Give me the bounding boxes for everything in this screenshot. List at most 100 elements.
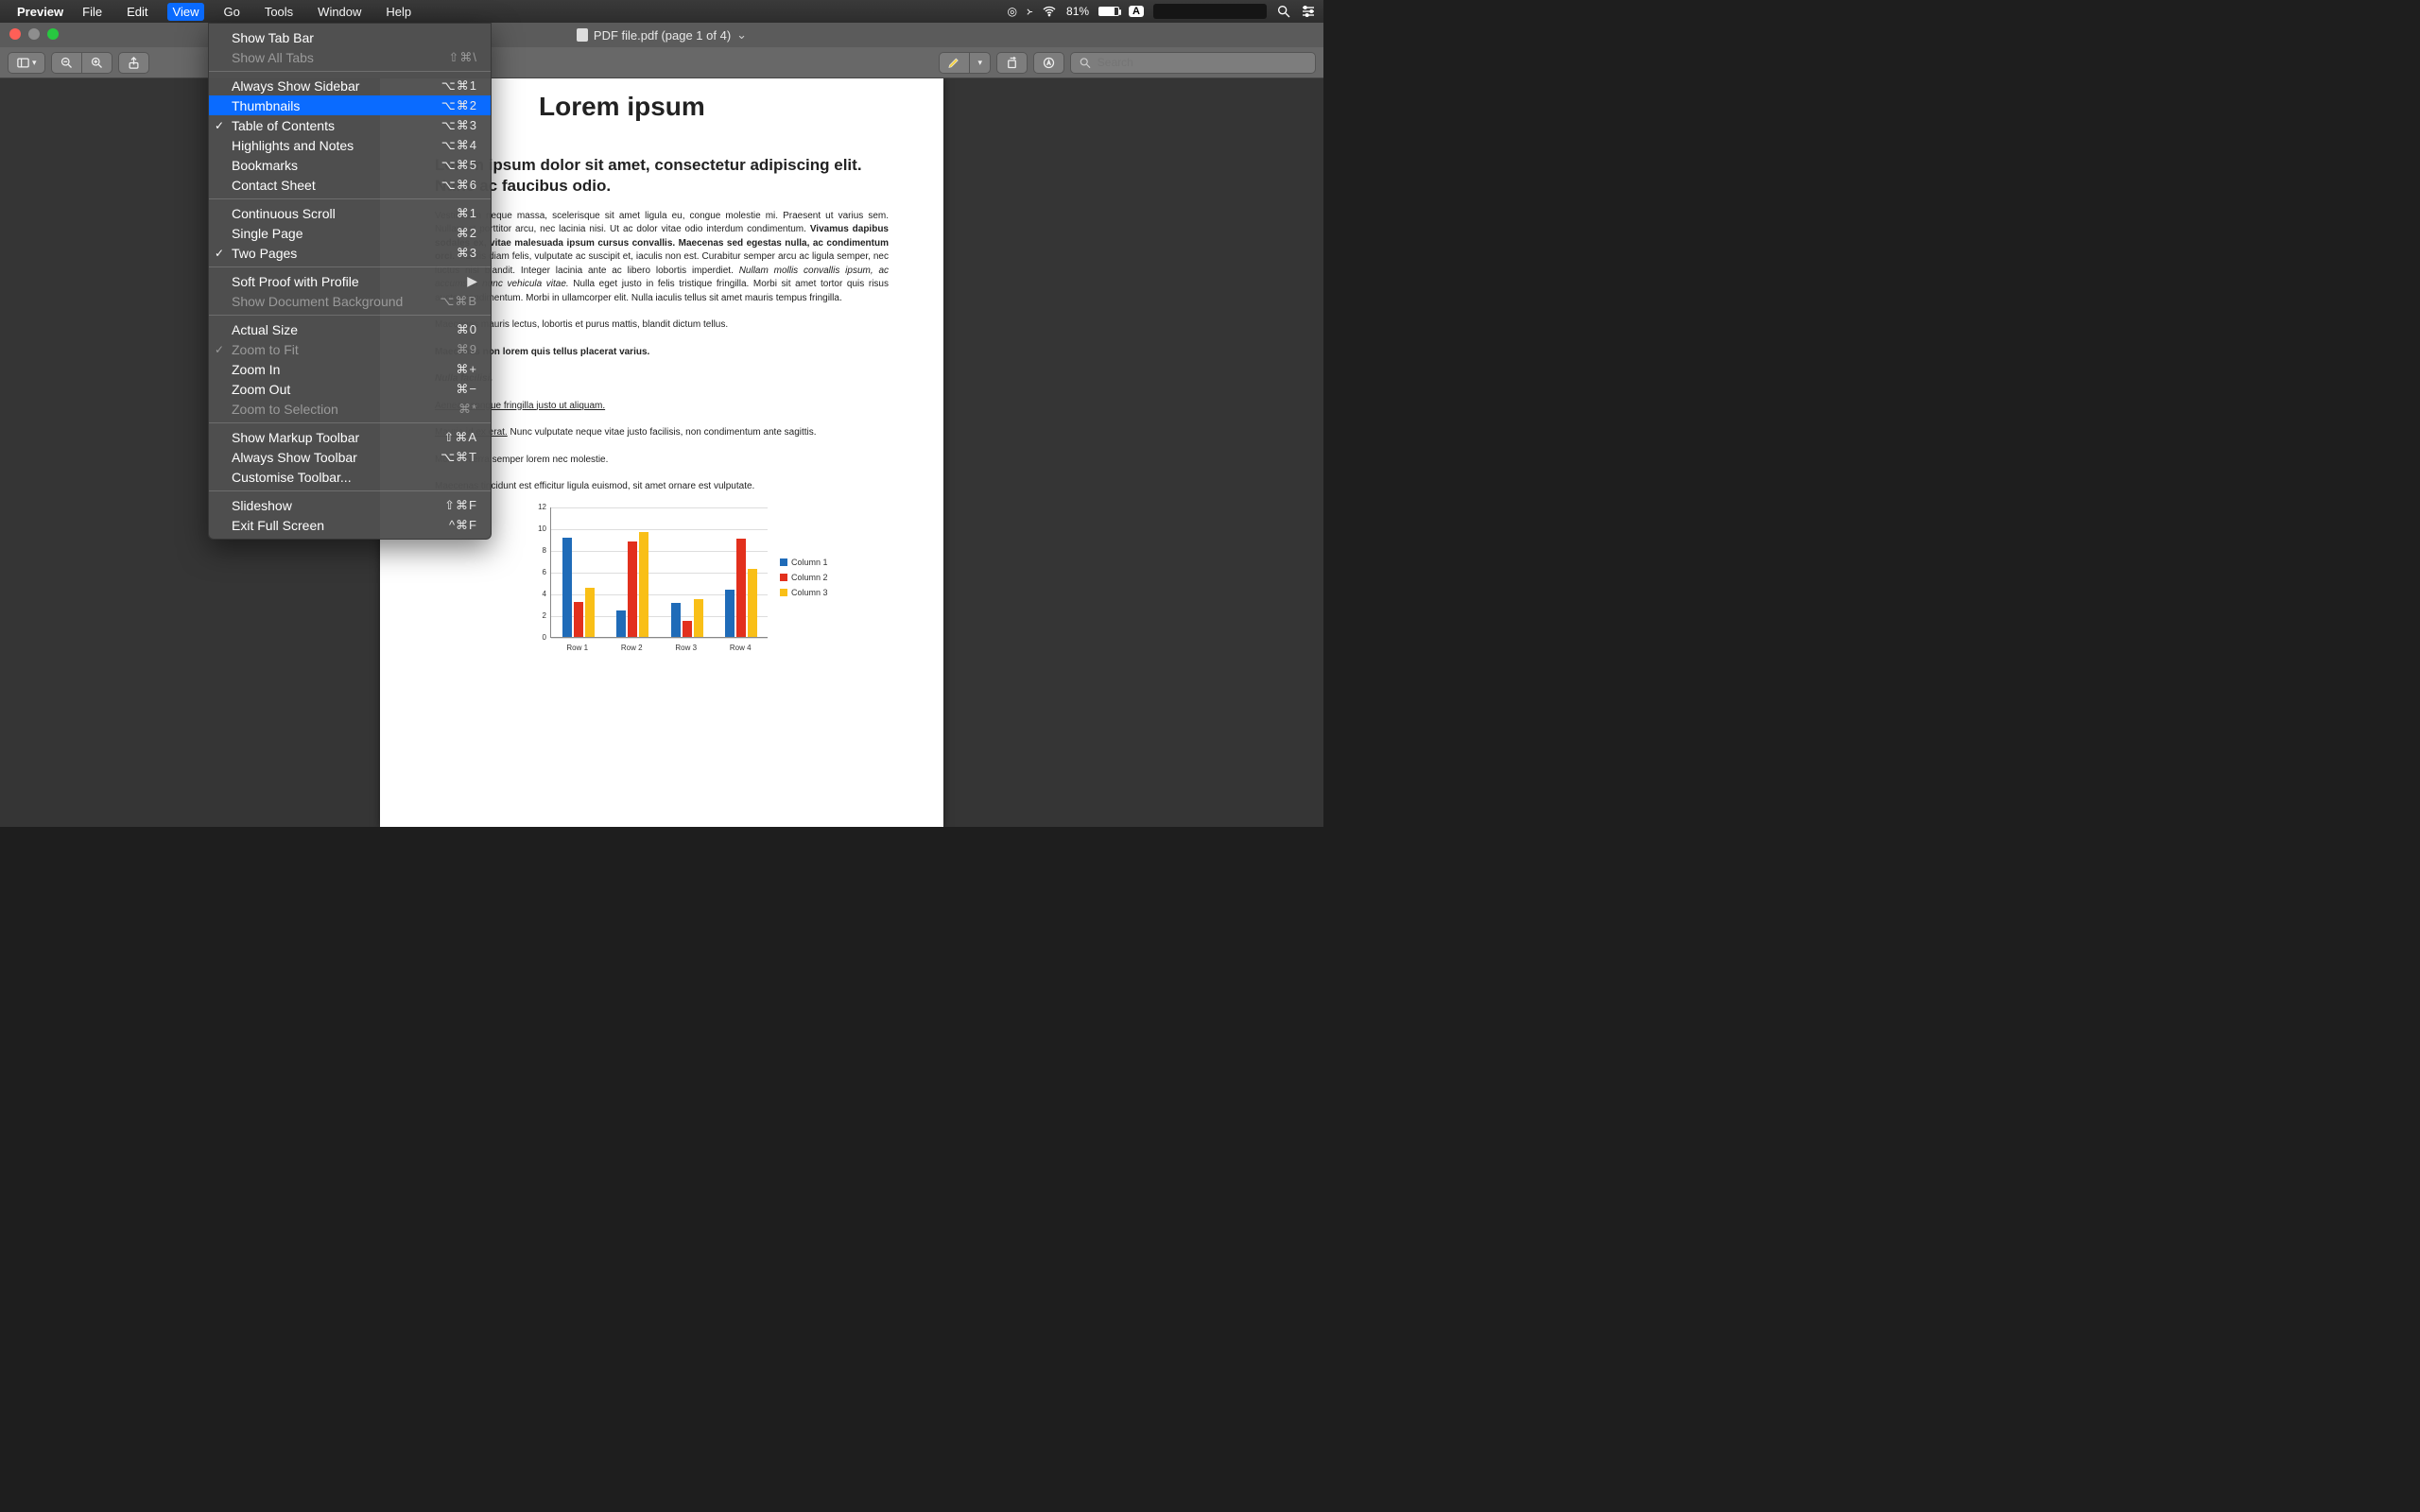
menu-tools[interactable]: Tools xyxy=(259,3,299,21)
menu-edit[interactable]: Edit xyxy=(121,3,153,21)
chevron-down-icon: ▾ xyxy=(32,58,37,68)
bar xyxy=(562,538,572,637)
menu-file[interactable]: File xyxy=(77,3,108,21)
document-area[interactable]: Lorem ipsum Lorem ipsum dolor sit amet, … xyxy=(0,78,1323,827)
toolbar: ▾ ▾ xyxy=(0,47,1323,78)
zoom-in-button[interactable] xyxy=(81,52,112,74)
doc-paragraph: Maecenas mauris lectus, lobortis et puru… xyxy=(435,318,889,333)
menu-shortcut: ⌘9 xyxy=(457,342,477,357)
app-name[interactable]: Preview xyxy=(17,5,63,19)
view-menu-item[interactable]: Zoom Out⌘− xyxy=(209,379,491,399)
markup-button[interactable] xyxy=(1033,52,1064,74)
highlight-button[interactable] xyxy=(939,52,969,74)
battery-icon[interactable] xyxy=(1098,7,1119,16)
menu-item-label: Slideshow xyxy=(232,498,444,513)
view-menu-item[interactable]: ✓Two Pages⌘3 xyxy=(209,243,491,263)
menu-shortcut: ⌥⌘1 xyxy=(441,78,477,94)
search-icon xyxy=(1079,56,1092,70)
close-button[interactable] xyxy=(9,28,21,40)
menu-item-label: Zoom In xyxy=(232,362,456,377)
view-menu-item[interactable]: Bookmarks⌥⌘5 xyxy=(209,155,491,175)
bar xyxy=(748,569,757,636)
title-dropdown-icon[interactable]: ⌄ xyxy=(736,27,747,43)
view-menu-item[interactable]: Always Show Toolbar⌥⌘T xyxy=(209,447,491,467)
menu-window[interactable]: Window xyxy=(312,3,367,21)
chevron-down-icon: ▾ xyxy=(977,58,982,68)
status-area: ◎ ᚛ 81% A xyxy=(1007,4,1316,19)
submenu-arrow-icon: ▶ xyxy=(467,273,477,289)
view-menu-item: ✓ Zoom to Fit⌘9 xyxy=(209,339,491,359)
view-menu-item: Zoom to Selection⌘* xyxy=(209,399,491,419)
view-menu-item[interactable]: Contact Sheet⌥⌘6 xyxy=(209,175,491,195)
zoom-out-button[interactable] xyxy=(51,52,81,74)
menu-shortcut: ⌘− xyxy=(456,382,477,397)
view-menu-item[interactable]: Zoom In⌘+ xyxy=(209,359,491,379)
view-menu-item[interactable]: Always Show Sidebar⌥⌘1 xyxy=(209,76,491,95)
menu-item-label: Always Show Toolbar xyxy=(232,450,441,465)
markup-icon xyxy=(1042,56,1056,70)
menu-item-label: Contact Sheet xyxy=(232,178,441,193)
bar xyxy=(683,621,692,637)
view-menu-item[interactable]: Show Markup Toolbar⇧⌘A xyxy=(209,427,491,447)
wifi-icon[interactable] xyxy=(1042,4,1057,19)
view-menu-item[interactable]: ✓Table of Contents⌥⌘3 xyxy=(209,115,491,135)
menu-shortcut: ⌘* xyxy=(458,402,477,417)
doc-list-item: Maecenas tincidunt est efficitur ligula … xyxy=(435,480,889,494)
checkmark-icon: ✓ xyxy=(215,343,224,356)
view-menu-item[interactable]: Continuous Scroll⌘1 xyxy=(209,203,491,223)
view-menu-item[interactable]: Actual Size⌘0 xyxy=(209,319,491,339)
y-tick-label: 4 xyxy=(529,589,546,600)
bar xyxy=(585,588,595,637)
x-tick-label: Row 1 xyxy=(566,643,588,654)
menu-item-label: Always Show Sidebar xyxy=(232,78,441,94)
view-menu-item[interactable]: Highlights and Notes⌥⌘4 xyxy=(209,135,491,155)
share-button[interactable] xyxy=(118,52,149,74)
menu-item-label: Customise Toolbar... xyxy=(232,470,477,485)
view-menu-item[interactable]: Show Tab Bar xyxy=(209,27,491,47)
search-input[interactable] xyxy=(1098,56,1307,69)
creative-cloud-icon[interactable]: ◎ xyxy=(1007,5,1016,18)
legend-item: Column 1 xyxy=(791,557,828,569)
control-center-icon[interactable] xyxy=(1301,4,1316,19)
highlight-dropdown[interactable]: ▾ xyxy=(969,52,991,74)
menu-shortcut: ⌘3 xyxy=(457,246,477,261)
menu-item-label: Zoom to Fit xyxy=(232,342,457,357)
menu-item-label: Two Pages xyxy=(232,246,457,261)
window-titlebar: PDF file.pdf (page 1 of 4) ⌄ xyxy=(0,23,1323,47)
input-source[interactable]: A xyxy=(1129,6,1144,17)
view-menu-item[interactable]: Exit Full Screen^⌘F xyxy=(209,515,491,535)
view-menu-item: Show All Tabs⇧⌘\ xyxy=(209,47,491,67)
menu-item-label: Continuous Scroll xyxy=(232,206,457,221)
menu-item-label: Table of Contents xyxy=(232,118,441,133)
search-field[interactable] xyxy=(1070,52,1316,74)
view-menu-item[interactable]: Single Page⌘2 xyxy=(209,223,491,243)
chart: 024681012Row 1Row 2Row 3Row 4 Column 1 C… xyxy=(529,507,889,663)
view-menu-item[interactable]: Customise Toolbar... xyxy=(209,467,491,487)
sidebar-toggle-button[interactable]: ▾ xyxy=(8,52,45,74)
menu-view[interactable]: View xyxy=(167,3,205,21)
menu-item-label: Highlights and Notes xyxy=(232,138,441,153)
bar xyxy=(725,590,735,636)
x-tick-label: Row 4 xyxy=(730,643,752,654)
bluetooth-icon[interactable]: ᚛ xyxy=(1027,5,1032,18)
view-menu-item[interactable]: Soft Proof with Profile▶ xyxy=(209,271,491,291)
view-menu-item[interactable]: Slideshow⇧⌘F xyxy=(209,495,491,515)
doc-list-item: Aenean congue fringilla justo ut aliquam… xyxy=(435,400,889,414)
view-menu-item[interactable]: Thumbnails⌥⌘2 xyxy=(209,95,491,115)
redacted-area xyxy=(1153,4,1267,19)
spotlight-icon[interactable] xyxy=(1276,4,1291,19)
menu-shortcut: ⌥⌘3 xyxy=(441,118,477,133)
minimize-button[interactable] xyxy=(28,28,40,40)
zoom-in-icon xyxy=(90,56,104,70)
menu-help[interactable]: Help xyxy=(380,3,417,21)
zoom-button[interactable] xyxy=(47,28,59,40)
share-icon xyxy=(127,56,141,70)
menu-item-label: Zoom Out xyxy=(232,382,456,397)
highlighter-icon xyxy=(947,56,961,70)
document-proxy-icon[interactable] xyxy=(577,28,588,42)
highlight-segment: ▾ xyxy=(939,52,991,74)
menu-go[interactable]: Go xyxy=(217,3,245,21)
x-tick-label: Row 3 xyxy=(675,643,697,654)
rotate-button[interactable] xyxy=(996,52,1028,74)
y-tick-label: 10 xyxy=(529,524,546,535)
